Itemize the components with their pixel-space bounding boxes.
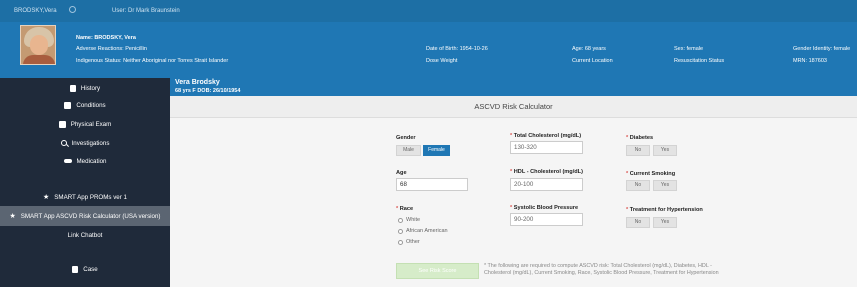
banner-name: Name: BRODSKY, Vera (76, 35, 136, 41)
top-bar: BRODSKY,Vera User: Dr Mark Braunstein (0, 0, 857, 22)
banner-dob: Date of Birth: 1954-10-26 (426, 46, 488, 52)
patient-photo (20, 25, 56, 65)
smoking-yes-button[interactable]: Yes (653, 180, 677, 191)
age-label: Age (396, 170, 407, 176)
hypertension-label: * Treatment for Hypertension (626, 207, 703, 213)
systolic-bp-input[interactable]: 90-200 (510, 213, 583, 226)
diabetes-yes-button[interactable]: Yes (653, 145, 677, 156)
star-icon: ★ (9, 212, 16, 220)
sidebar: History Conditions Physical Exam Investi… (0, 78, 170, 287)
ascvd-calculator: ASCVD Risk Calculator Gender Male Female… (170, 96, 857, 287)
gender-label: Gender (396, 135, 416, 141)
banner-resuscitation-status: Resuscitation Status (674, 58, 725, 64)
sidebar-item-label: SMART App PROMs ver 1 (54, 193, 127, 201)
banner-indigenous-status: Indigenous Status: Neither Aboriginal no… (76, 58, 229, 64)
required-fields-note: * The following are required to compute … (484, 263, 719, 276)
sidebar-item-proms[interactable]: ★ SMART App PROMs ver 1 (0, 187, 170, 207)
hypertension-yes-button[interactable]: Yes (653, 217, 677, 228)
current-user: User: Dr Mark Braunstein (112, 8, 180, 14)
sidebar-item-label: Physical Exam (70, 120, 112, 128)
sidebar-item-link-chatbot[interactable]: Link Chatbot (0, 225, 170, 245)
sidebar-item-medication[interactable]: Medication (0, 151, 170, 171)
search-icon (60, 140, 67, 146)
race-white-radio[interactable]: White (398, 217, 420, 223)
sidebar-item-ascvd[interactable]: ★ SMART App ASCVD Risk Calculator (USA v… (0, 206, 170, 226)
systolic-bp-label: * Systolic Blood Pressure (510, 205, 579, 211)
age-input[interactable]: 68 (396, 178, 468, 191)
sidebar-item-label: Case (83, 265, 98, 273)
physical-exam-icon (58, 120, 66, 128)
banner-sex: Sex: female (674, 46, 704, 52)
total-cholesterol-label: * Total Cholesterol (mg/dL) (510, 133, 582, 139)
patient-banner: Name: BRODSKY, Vera Adverse Reactions: P… (0, 22, 857, 78)
history-icon (69, 84, 76, 92)
total-cholesterol-input[interactable]: 130-320 (510, 141, 583, 154)
banner-dose-weight: Dose Weight (426, 58, 458, 64)
diabetes-label: * Diabetes (626, 135, 654, 141)
banner-current-location: Current Location (572, 58, 613, 64)
sidebar-item-conditions[interactable]: Conditions (0, 95, 170, 115)
patient-header-info: 68 yrs F DOB: 26/10/1954 (175, 88, 241, 94)
patient-header: Vera Brodsky 68 yrs F DOB: 26/10/1954 (170, 78, 857, 96)
sidebar-item-label: Medication (76, 157, 107, 165)
top-patient-name[interactable]: BRODSKY,Vera (14, 8, 57, 14)
banner-mrn: MRN: 187603 (793, 58, 827, 64)
gender-female-button[interactable]: Female (423, 145, 450, 156)
diabetes-no-button[interactable]: No (626, 145, 650, 156)
conditions-icon (64, 101, 72, 109)
page-title: ASCVD Risk Calculator (170, 96, 857, 118)
pill-icon (63, 159, 72, 163)
star-icon: ★ (43, 193, 50, 201)
see-risk-score-button[interactable]: See Risk Score (396, 263, 479, 279)
smoking-no-button[interactable]: No (626, 180, 650, 191)
sidebar-item-case[interactable]: Case (0, 259, 170, 279)
race-african-american-radio[interactable]: African American (398, 228, 448, 234)
smoking-label: * Current Smoking (626, 171, 676, 177)
hdl-cholesterol-label: * HDL - Cholesterol (mg/dL) (510, 169, 583, 175)
patient-header-name: Vera Brodsky (175, 79, 220, 86)
user-icon[interactable] (69, 6, 76, 13)
sidebar-item-label: SMART App ASCVD Risk Calculator (USA ver… (20, 212, 161, 220)
case-icon (72, 265, 79, 273)
banner-adverse-reactions: Adverse Reactions: Penicillin (76, 46, 147, 52)
sidebar-item-investigations[interactable]: Investigations (0, 133, 170, 153)
gender-male-button[interactable]: Male (396, 145, 421, 156)
race-label: * Race (396, 206, 414, 212)
sidebar-item-physical-exam[interactable]: Physical Exam (0, 114, 170, 134)
hypertension-no-button[interactable]: No (626, 217, 650, 228)
sidebar-item-label: Link Chatbot (67, 231, 103, 239)
banner-age: Age: 68 years (572, 46, 606, 52)
hdl-cholesterol-input[interactable]: 20-100 (510, 178, 583, 191)
race-other-radio[interactable]: Other (398, 239, 420, 245)
sidebar-item-label: Conditions (76, 101, 106, 109)
sidebar-item-label: History (80, 84, 101, 92)
banner-gender-identity: Gender Identity: female (793, 46, 851, 52)
sidebar-item-label: Investigations (71, 139, 110, 147)
